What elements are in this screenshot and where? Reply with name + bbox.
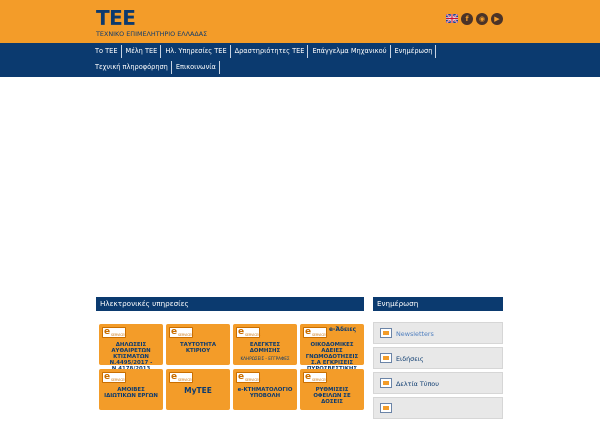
main-navigation: Το ΤΕΕ Μέλη ΤΕΕ Ηλ. Υπηρεσίες ΤΕΕ Δραστη…: [0, 43, 600, 77]
tile-title: ΡΥΘΜΙΣΕΙΣ ΟΦΕΙΛΩΝ ΣΕ ΔΟΣΕΙΣ: [313, 387, 351, 405]
tile-title: ΤΑΥΤΟΤΗΤΑ ΚΤΙΡΙΟΥ: [179, 342, 217, 354]
social-links: f ◉ ▶: [445, 13, 503, 25]
news-item-news[interactable]: Ειδήσεις: [373, 347, 503, 369]
english-flag-icon[interactable]: [445, 13, 459, 24]
e-services-badge: e SERVICES: [102, 372, 127, 383]
service-tile-e-cadastre[interactable]: e SERVICES e-ΚΤΗΜΑΤΟΛΟΓΙΟ ΥΠΟΒΟΛΗ: [233, 369, 297, 410]
logo-mark: ΤΕΕ: [96, 6, 136, 30]
service-tile-debt-installments[interactable]: e SERVICES ΡΥΘΜΙΣΕΙΣ ΟΦΕΙΛΩΝ ΣΕ ΔΟΣΕΙΣ: [300, 369, 364, 410]
service-tile-illegal-buildings[interactable]: e SERVICES ΔΗΛΩΣΕΙΣ ΑΥΘΑΙΡΕΤΩΝ ΚΤΙΣΜΑΤΩΝ …: [99, 324, 163, 372]
magnifier-icon: [380, 403, 392, 413]
news-item-press-releases[interactable]: Δελτία Τύπου: [373, 372, 503, 394]
tile-title: ΟΙΚΟΔΟΜΙΚΕΣ ΑΔΕΙΕΣ ΓΝΩΜΟΔΟΤΗΣΕΙΣ Σ.Α ΕΓΚ…: [305, 342, 359, 372]
service-tile-mytee[interactable]: e SERVICES MyTEE: [166, 369, 230, 410]
press-release-icon: [380, 378, 392, 388]
tile-title: ΕΛΕΓΚΤΕΣ ΔΟΜΗΣΗΣ: [249, 342, 281, 354]
youtube-icon[interactable]: ▶: [491, 13, 503, 25]
nav-item-members[interactable]: Μέλη ΤΕΕ: [123, 45, 162, 58]
tile-title: ΑΜΟΙΒΕΣ ΙΔΙΩΤΙΚΩΝ ΕΡΓΩΝ: [104, 387, 158, 399]
news-item-label: Newsletters: [396, 330, 434, 338]
news-item-label: Ειδήσεις: [396, 355, 424, 363]
tile-title: ΔΗΛΩΣΕΙΣ ΑΥΘΑΙΡΕΤΩΝ ΚΤΙΣΜΑΤΩΝ Ν.4495/201…: [109, 342, 153, 372]
news-list: Newsletters Ειδήσεις Δελτία Τύπου: [373, 322, 503, 422]
tile-title: MyTEE: [184, 386, 212, 395]
e-services-badge: e SERVICES: [169, 327, 194, 338]
newspaper-icon: [380, 353, 392, 363]
news-item-label: Δελτία Τύπου: [396, 380, 439, 388]
tile-title: e-ΚΤΗΜΑΤΟΛΟΓΙΟ ΥΠΟΒΟΛΗ: [237, 387, 293, 399]
news-section-title: Ενημέρωση: [373, 297, 503, 311]
service-tile-building-inspectors[interactable]: e SERVICES ΕΛΕΓΚΤΕΣ ΔΟΜΗΣΗΣ ΚΛΗΡΩΣΕΙΣ - Ε…: [233, 324, 297, 365]
nav-item-about[interactable]: Το ΤΕΕ: [92, 45, 122, 58]
service-tile-e-permits[interactable]: e SERVICES e-Άδειες ΟΙΚΟΔΟΜΙΚΕΣ ΑΔΕΙΕΣ ΓΝ…: [300, 324, 364, 372]
e-services-badge: e SERVICES: [236, 372, 261, 383]
nav-item-activities[interactable]: Δραστηριότητες ΤΕΕ: [232, 45, 309, 58]
tile-side-label: e-Άδειες: [329, 327, 357, 333]
logo-subtitle: ΤΕΧΝΙΚΟ ΕΠΙΜΕΛΗΤΗΡΙΟ ΕΛΛΑΔΑΣ: [96, 30, 208, 38]
nav-item-e-services[interactable]: Ηλ. Υπηρεσίες ΤΕΕ: [162, 45, 231, 58]
site-header: ΤΕΕ ΤΕΧΝΙΚΟ ΕΠΙΜΕΛΗΤΗΡΙΟ ΕΛΛΑΔΑΣ f ◉ ▶: [0, 0, 600, 43]
e-services-badge: e SERVICES: [303, 372, 328, 383]
e-services-badge: e SERVICES: [303, 327, 328, 338]
rss-icon[interactable]: ◉: [476, 13, 488, 25]
service-tile-private-works-fees[interactable]: e SERVICES ΑΜΟΙΒΕΣ ΙΔΙΩΤΙΚΩΝ ΕΡΓΩΝ: [99, 369, 163, 410]
service-tile-building-id[interactable]: e SERVICES ΤΑΥΤΟΤΗΤΑ ΚΤΙΡΙΟΥ: [166, 324, 230, 365]
services-section-title: Ηλεκτρονικές υπηρεσίες: [96, 297, 364, 311]
nav-item-technical-info[interactable]: Τεχνική πληροφόρηση: [92, 61, 172, 74]
envelope-icon: [380, 328, 392, 338]
tile-subtitle: ΚΛΗΡΩΣΕΙΣ - ΕΓΓΡΑΦΕΣ: [240, 356, 290, 361]
nav-item-contact[interactable]: Επικοινωνία: [173, 61, 220, 74]
e-services-badge: e SERVICES: [236, 327, 261, 338]
tee-logo[interactable]: ΤΕΕ ΤΕΧΝΙΚΟ ΕΠΙΜΕΛΗΤΗΡΙΟ ΕΛΛΑΔΑΣ: [96, 8, 207, 38]
nav-item-engineer-profession[interactable]: Επάγγελμα Μηχανικού: [309, 45, 391, 58]
news-item-newsletters[interactable]: Newsletters: [373, 322, 503, 344]
news-item-search[interactable]: [373, 397, 503, 419]
nav-item-news[interactable]: Ενημέρωση: [392, 45, 437, 58]
e-services-badge: e SERVICES: [169, 372, 194, 383]
facebook-icon[interactable]: f: [461, 13, 473, 25]
e-services-badge: e SERVICES: [102, 327, 127, 338]
